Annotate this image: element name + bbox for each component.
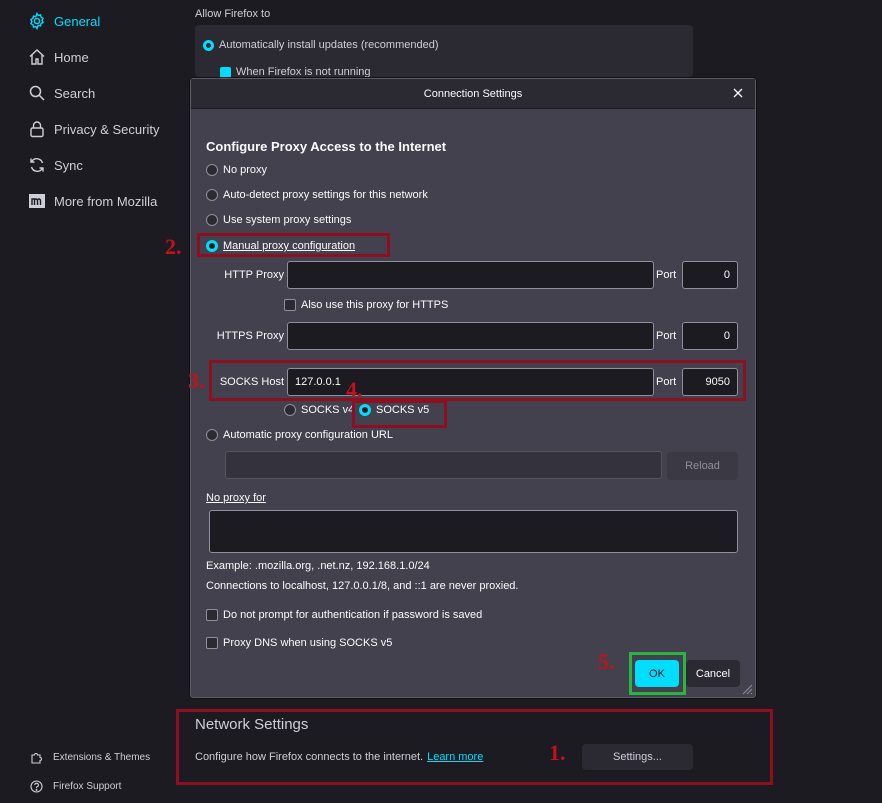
lock-icon — [28, 120, 46, 138]
sidebar-item-extensions-themes[interactable]: Extensions & Themes — [30, 748, 150, 766]
dialog-titlebar: Connection Settings — [191, 79, 755, 109]
system-proxy-label: Use system proxy settings — [223, 214, 352, 226]
sidebar-item-firefox-support[interactable]: Firefox Support — [30, 777, 121, 795]
https-proxy-label: HTTPS Proxy — [216, 330, 284, 342]
auto-detect-label: Auto-detect proxy settings for this netw… — [223, 189, 428, 201]
annotation-step-2: 2. — [165, 234, 182, 259]
http-proxy-label: HTTP Proxy — [224, 269, 284, 281]
annotation-box-manual-proxy — [197, 233, 390, 257]
annotation-step-1: 1. — [549, 740, 566, 765]
sidebar-item-label: General — [54, 13, 101, 29]
checkbox-checked-indicator — [220, 66, 231, 78]
checkbox-indicator — [284, 299, 296, 311]
no-proxy-for-label: No proxy for — [206, 492, 266, 504]
puzzle-icon — [30, 751, 43, 764]
also-https-checkbox[interactable]: Also use this proxy for HTTPS — [284, 299, 448, 311]
localhost-hint: Connections to localhost, 127.0.0.1/8, a… — [206, 580, 519, 592]
socks-v4-label: SOCKS v4 — [301, 404, 355, 416]
home-icon — [28, 48, 46, 66]
sidebar-item-general[interactable]: General — [28, 9, 100, 33]
http-port-label: Port — [656, 269, 677, 281]
no-auth-prompt-label: Do not prompt for authentication if pass… — [223, 609, 483, 621]
annotation-box-socks-v5 — [352, 400, 447, 428]
gear-icon — [28, 12, 46, 30]
help-icon — [30, 779, 43, 793]
sidebar-item-label: Sync — [54, 157, 83, 173]
sidebar-footer-label: Firefox Support — [53, 780, 122, 792]
sidebar: General Home Search Privacy & Security S… — [0, 0, 175, 803]
auto-update-label: Automatically install updates (recommend… — [219, 39, 439, 51]
sidebar-item-label: More from Mozilla — [54, 193, 158, 209]
https-port-label: Port — [656, 330, 677, 342]
https-proxy-input[interactable] — [287, 322, 654, 350]
pac-url-label: Automatic proxy configuration URL — [223, 429, 393, 441]
search-icon — [28, 84, 46, 102]
auto-detect-radio[interactable]: Auto-detect proxy settings for this netw… — [206, 189, 428, 201]
resize-grip-icon[interactable] — [739, 681, 753, 695]
sidebar-item-privacy[interactable]: Privacy & Security — [28, 117, 159, 141]
sidebar-footer-label: Extensions & Themes — [53, 751, 151, 763]
also-https-label: Also use this proxy for HTTPS — [301, 299, 449, 311]
auto-update-radio[interactable]: Automatically install updates (recommend… — [203, 39, 439, 51]
radio-indicator — [206, 164, 218, 176]
no-auth-prompt-checkbox[interactable]: Do not prompt for authentication if pass… — [206, 609, 482, 621]
no-proxy-radio[interactable]: No proxy — [206, 164, 267, 176]
pac-url-radio[interactable]: Automatic proxy configuration URL — [206, 429, 393, 441]
socks-v4-radio[interactable]: SOCKS v4 — [284, 404, 354, 416]
sidebar-item-label: Search — [54, 85, 96, 101]
when-not-running-checkbox[interactable]: When Firefox is not running — [220, 66, 371, 78]
sidebar-item-home[interactable]: Home — [28, 45, 89, 69]
checkbox-indicator — [206, 637, 218, 649]
sync-icon — [28, 156, 46, 174]
annotation-step-4: 4. — [346, 377, 363, 402]
dialog-title: Connection Settings — [423, 87, 523, 100]
sidebar-item-label: Privacy & Security — [54, 121, 160, 137]
proxy-section-title: Configure Proxy Access to the Internet — [206, 139, 447, 154]
annotation-step-3: 3. — [188, 368, 205, 393]
system-proxy-radio[interactable]: Use system proxy settings — [206, 214, 351, 226]
radio-indicator — [206, 429, 218, 441]
checkbox-indicator — [206, 609, 218, 621]
annotation-step-5: 5. — [598, 649, 615, 674]
radio-indicator — [206, 214, 218, 226]
http-proxy-input[interactable] — [287, 261, 654, 289]
annotation-box-network-settings — [176, 709, 773, 785]
sidebar-item-sync[interactable]: Sync — [28, 153, 83, 177]
https-port-input[interactable] — [682, 322, 738, 350]
radio-selected-indicator — [203, 39, 214, 51]
allow-firefox-heading: Allow Firefox to — [195, 8, 271, 20]
radio-indicator — [284, 404, 296, 416]
cancel-button[interactable]: Cancel — [686, 660, 740, 687]
sidebar-item-label: Home — [54, 49, 89, 65]
no-proxy-label: No proxy — [223, 164, 268, 176]
proxy-dns-checkbox[interactable]: Proxy DNS when using SOCKS v5 — [206, 637, 392, 649]
mozilla-icon — [28, 192, 46, 210]
pac-url-input[interactable] — [225, 451, 662, 479]
http-port-input[interactable] — [682, 261, 738, 289]
reload-button[interactable]: Reload — [667, 452, 738, 480]
when-not-running-label: When Firefox is not running — [236, 66, 371, 78]
example-hint: Example: .mozilla.org, .net.nz, 192.168.… — [206, 560, 430, 572]
radio-indicator — [206, 189, 218, 201]
proxy-dns-label: Proxy DNS when using SOCKS v5 — [223, 637, 393, 649]
annotation-box-socks-host — [209, 360, 746, 401]
annotation-box-ok — [629, 652, 686, 695]
sidebar-item-search[interactable]: Search — [28, 81, 95, 105]
sidebar-item-more-from-mozilla[interactable]: More from Mozilla — [28, 189, 157, 213]
close-icon[interactable] — [731, 86, 745, 100]
no-proxy-for-textarea[interactable] — [209, 510, 738, 553]
